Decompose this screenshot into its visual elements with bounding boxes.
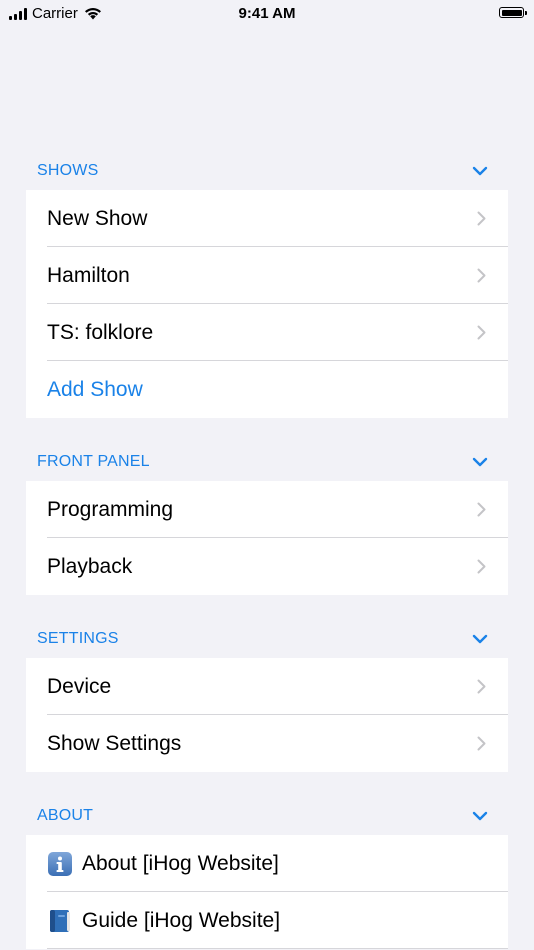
section-title: FRONT PANEL [37,453,150,470]
add-show-label: Add Show [47,377,143,401]
front-panel-list: Programming Playback [26,481,508,595]
list-item-ts-folklore[interactable]: TS: folklore [26,304,508,361]
row-label: Playback [47,554,133,578]
section-title: SHOWS [37,162,99,179]
about-list: About [iHog Website] Guide [iHog Website… [26,835,508,949]
chevron-right-icon [477,679,486,694]
list-item-hamilton[interactable]: Hamilton [26,247,508,304]
section-header-shows[interactable]: SHOWS [0,150,534,190]
settings-list: Device Show Settings [26,658,508,772]
chevron-right-icon [477,325,486,340]
section-title: SETTINGS [37,630,119,647]
row-label: TS: folklore [47,320,154,344]
chevron-down-icon[interactable] [472,166,488,176]
row-separator [47,948,508,949]
list-item-guide-website[interactable]: Guide [iHog Website] [26,892,508,949]
section-settings: SETTINGS Device Show Settings [0,618,534,772]
chevron-right-icon [477,559,486,574]
section-header-about[interactable]: ABOUT [0,795,534,835]
list-item-programming[interactable]: Programming [26,481,508,538]
section-title: ABOUT [37,807,94,824]
row-label: Programming [47,497,174,521]
battery-icon [499,7,527,18]
list-item-show-settings[interactable]: Show Settings [26,715,508,772]
info-icon [48,851,72,876]
list-item-about-website[interactable]: About [iHog Website] [26,835,508,892]
chevron-right-icon [477,502,486,517]
chevron-right-icon [477,736,486,751]
list-item-playback[interactable]: Playback [26,538,508,595]
section-shows: SHOWS New Show Hamilton TS: folklore Add… [0,150,534,418]
shows-list: New Show Hamilton TS: folklore Add Show [26,190,508,418]
chevron-down-icon[interactable] [472,457,488,467]
list-item-new-show[interactable]: New Show [26,190,508,247]
row-label: About [iHog Website] [82,851,279,875]
add-show-button[interactable]: Add Show [26,361,508,418]
status-time: 9:41 AM [238,5,296,22]
chevron-down-icon[interactable] [472,811,488,821]
chevron-right-icon [477,211,486,226]
status-bar: Carrier 9:41 AM [0,0,534,28]
row-label: New Show [47,206,148,230]
section-header-front-panel[interactable]: FRONT PANEL [0,441,534,481]
chevron-right-icon [477,268,486,283]
row-label: Device [47,674,112,698]
row-label: Hamilton [47,263,130,287]
row-label: Guide [iHog Website] [82,908,281,932]
list-item-device[interactable]: Device [26,658,508,715]
section-about: ABOUT About [iHog Website] Guide [iHog W… [0,795,534,949]
row-label: Show Settings [47,731,182,755]
section-header-settings[interactable]: SETTINGS [0,618,534,658]
book-icon [50,909,70,932]
chevron-down-icon[interactable] [472,634,488,644]
section-front-panel: FRONT PANEL Programming Playback [0,441,534,595]
battery-level [501,9,522,16]
